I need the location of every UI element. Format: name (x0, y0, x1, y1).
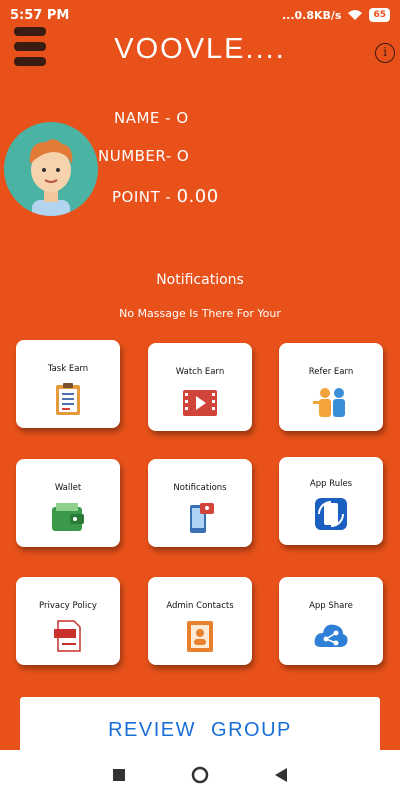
user-avatar-icon (29, 139, 73, 216)
notifications-title: Notifications (156, 272, 244, 288)
battery-icon: 65 (369, 8, 390, 22)
task-earn-button[interactable]: Task Earn (16, 340, 120, 428)
status-bar: 5:57 PM ...0.8KB/s 65 (0, 0, 400, 30)
document-icon (54, 620, 81, 652)
wallet-button[interactable]: Wallet (16, 459, 120, 547)
refer-earn-button[interactable]: Refer Earn (279, 343, 383, 431)
notifications-button[interactable]: Notifications (148, 459, 252, 547)
app-title: VOOVLE.... (114, 33, 286, 65)
tile-label: Notifications (173, 483, 227, 493)
profile-points: POINT - 0.00 (112, 186, 219, 207)
rules-icon (315, 498, 347, 530)
profile-name: NAME - O (114, 109, 189, 127)
points-label: POINT - (112, 188, 172, 206)
app-share-button[interactable]: App Share (279, 577, 383, 665)
tile-label: App Share (309, 601, 353, 611)
status-time: 5:57 PM (10, 7, 70, 23)
recent-apps-icon[interactable] (112, 768, 126, 782)
tile-label: Admin Contacts (166, 601, 234, 611)
home-icon[interactable] (191, 766, 209, 784)
status-indicators: ...0.8KB/s 65 (282, 8, 390, 22)
system-nav-bar (0, 750, 400, 800)
avatar (4, 122, 98, 216)
clipboard-icon (56, 383, 80, 415)
tile-label: Wallet (54, 483, 82, 493)
profile-number: NUMBER- O (98, 147, 190, 165)
tile-label: Privacy Policy (39, 601, 97, 611)
review-group-label: REVIEW GROUP (108, 719, 292, 741)
admin-contacts-button[interactable]: Admin Contacts (148, 577, 252, 665)
app-rules-button[interactable]: App Rules (279, 457, 383, 545)
notifications-message: No Massage Is There For Your (119, 307, 281, 320)
tile-label: Watch Earn (175, 367, 225, 377)
share-cloud-icon (314, 624, 348, 647)
back-icon[interactable] (274, 767, 288, 783)
network-speed: ...0.8KB/s (281, 8, 342, 22)
tile-label: App Rules (309, 479, 353, 489)
tile-label: Task Earn (47, 364, 89, 374)
tile-label: Refer Earn (308, 367, 354, 377)
video-icon (183, 390, 217, 416)
wifi-icon (348, 10, 363, 20)
watch-earn-button[interactable]: Watch Earn (148, 343, 252, 431)
phone-notification-icon (190, 503, 214, 533)
points-value: 0.00 (176, 186, 219, 207)
info-icon[interactable]: i (375, 43, 395, 63)
contacts-icon (187, 621, 213, 652)
privacy-policy-button[interactable]: Privacy Policy (16, 577, 120, 665)
refer-icon (313, 388, 345, 417)
wallet-icon (52, 503, 84, 531)
